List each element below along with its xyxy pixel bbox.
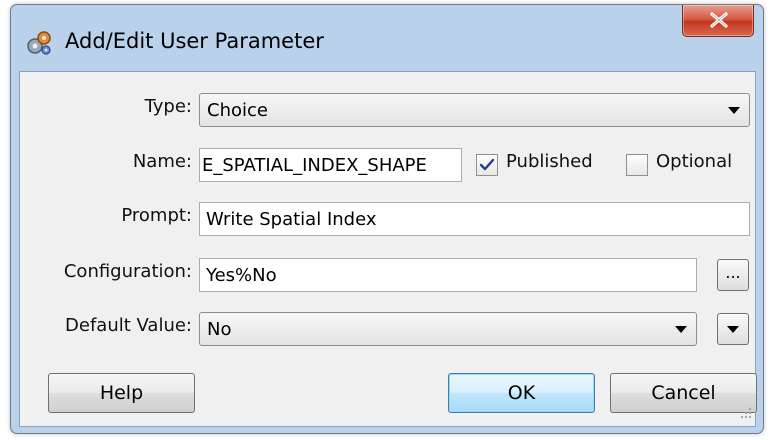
default-value-value: No — [207, 319, 232, 340]
gears-icon — [25, 29, 53, 57]
ok-button[interactable]: OK — [448, 373, 595, 413]
chevron-down-icon — [675, 326, 687, 333]
dialog-window: Add/Edit User Parameter Type: Choice Nam… — [10, 4, 764, 434]
prompt-value: Write Spatial Index — [206, 209, 377, 230]
configuration-value: Yes%No — [206, 265, 277, 286]
name-label: Name: — [132, 151, 192, 172]
type-dropdown[interactable]: Choice — [199, 93, 750, 127]
dialog-body: Type: Choice Name: E_SPATIAL_INDEX_SHAPE… — [19, 71, 757, 427]
name-value: E_SPATIAL_INDEX_SHAPE — [202, 155, 427, 176]
checkmark-icon — [479, 158, 495, 171]
cancel-button[interactable]: Cancel — [610, 373, 757, 413]
window-title: Add/Edit User Parameter — [65, 29, 324, 53]
name-input[interactable]: E_SPATIAL_INDEX_SHAPE — [199, 148, 462, 182]
chevron-down-icon — [727, 326, 739, 333]
optional-checkbox[interactable] — [626, 154, 648, 176]
close-button[interactable] — [682, 5, 754, 37]
configuration-input[interactable]: Yes%No — [199, 258, 697, 292]
published-label: Published — [506, 151, 593, 172]
prompt-label: Prompt: — [121, 205, 192, 226]
help-button[interactable]: Help — [48, 373, 195, 413]
title-bar[interactable]: Add/Edit User Parameter — [11, 5, 763, 71]
type-value: Choice — [207, 100, 268, 121]
configuration-label: Configuration: — [63, 261, 192, 282]
default-value-menu-button[interactable] — [717, 313, 749, 345]
close-icon — [710, 12, 728, 28]
optional-label: Optional — [656, 151, 733, 172]
published-checkbox[interactable] — [476, 154, 498, 176]
prompt-input[interactable]: Write Spatial Index — [199, 202, 750, 236]
resize-grip-icon[interactable] — [740, 404, 752, 423]
configuration-browse-button[interactable]: ... — [717, 259, 749, 291]
default-value-label: Default Value: — [65, 315, 192, 336]
type-label: Type: — [144, 96, 192, 117]
chevron-down-icon — [728, 107, 740, 114]
default-value-dropdown[interactable]: No — [199, 312, 697, 346]
